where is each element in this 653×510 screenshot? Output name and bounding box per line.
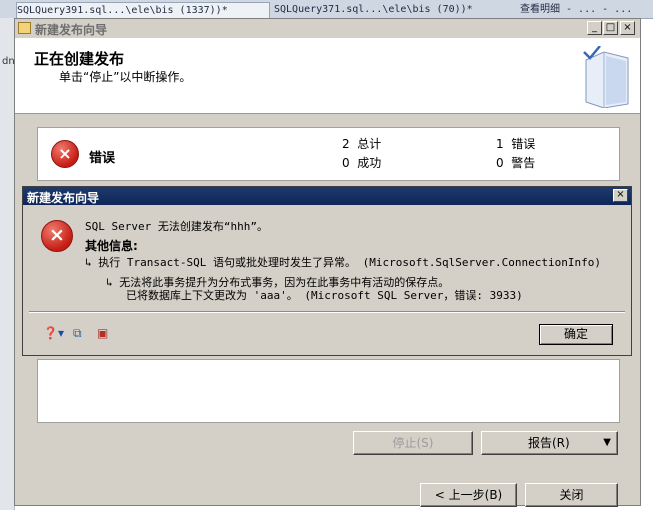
stop-button[interactable]: 停止(S)	[353, 431, 473, 455]
detail-line-3: 已将数据库上下文更改为 'aaa'。 (Microsoft SQL Server…	[126, 289, 523, 302]
report-button[interactable]: 报告(R) ▼	[481, 431, 618, 455]
stat-label: 错误	[511, 137, 536, 151]
error-icon: ×	[41, 220, 73, 252]
close-button[interactable]: 关闭	[525, 483, 618, 507]
editor-tab-label: SQLQuery391.sql...\ele\bis (1337))*	[17, 5, 228, 16]
status-panel: × 错误 2 总计 1 错误 0 成功 0 警告	[37, 127, 620, 181]
wizard-book-icon	[583, 46, 629, 108]
wizard-titlebar[interactable]: 新建发布向导 _ □ ×	[15, 19, 640, 38]
left-pane-marker: dn	[2, 56, 15, 67]
wizard-app-icon	[18, 22, 31, 34]
stat-label: 警告	[511, 156, 536, 170]
error-dialog-titlebar[interactable]: 新建发布向导 ×	[23, 187, 631, 205]
copy-icon[interactable]: ⧉	[73, 326, 82, 341]
stat-total: 2 总计	[342, 135, 381, 152]
editor-tab-label: 查看明细 - ... - ...	[520, 4, 633, 15]
stat-value: 2	[342, 137, 350, 151]
stat-value: 1	[496, 137, 504, 151]
details-icon[interactable]: ▣	[97, 326, 108, 340]
detail-line-1: ↳ 执行 Transact-SQL 语句或批处理时发生了异常。 (Microso…	[85, 254, 601, 270]
editor-tab-query371[interactable]: SQLQuery371.sql...\ele\bis (70))*	[274, 2, 494, 17]
report-button-label: 报告(R)	[528, 436, 570, 450]
close-window-button[interactable]: ×	[620, 21, 635, 35]
stat-label: 总计	[357, 137, 382, 151]
editor-tab-label: SQLQuery371.sql...\ele\bis (70))*	[274, 4, 473, 15]
minimize-button[interactable]: _	[587, 21, 602, 35]
details-list-area[interactable]	[37, 359, 620, 423]
editor-tab-query391[interactable]: SQLQuery391.sql...\ele\bis (1337))*	[16, 2, 270, 18]
background-left-pane: dn	[0, 18, 15, 510]
stat-warnings: 0 警告	[496, 154, 535, 171]
stat-errors: 1 错误	[496, 135, 535, 152]
stat-value: 0	[496, 156, 504, 170]
stat-success: 0 成功	[342, 154, 381, 171]
page-subtitle: 单击“停止”以中断操作。	[59, 70, 192, 84]
additional-info-label: 其他信息:	[85, 239, 138, 253]
error-dialog-title: 新建发布向导	[27, 191, 100, 205]
back-button[interactable]: < 上一步(B)	[420, 483, 517, 507]
stat-label: 成功	[357, 156, 382, 170]
error-icon: ×	[51, 140, 79, 168]
maximize-button[interactable]: □	[603, 21, 618, 35]
status-label: 错误	[89, 151, 116, 166]
dropdown-arrow-icon[interactable]: ▼	[603, 432, 611, 454]
wizard-header: 正在创建发布 单击“停止”以中断操作。	[15, 38, 640, 114]
error-dialog: 新建发布向导 × × SQL Server 无法创建发布“hhh”。 其他信息:…	[22, 186, 632, 356]
wizard-window-title: 新建发布向导	[35, 23, 108, 37]
error-message: SQL Server 无法创建发布“hhh”。	[85, 220, 268, 233]
stat-value: 0	[342, 156, 350, 170]
ok-button[interactable]: 确定	[539, 324, 613, 345]
error-dialog-close-button[interactable]: ×	[613, 189, 628, 202]
page-title: 正在创建发布	[34, 50, 125, 68]
detail-line-1-text: 执行 Transact-SQL 语句或批处理时发生了异常。 (Microsoft…	[98, 256, 601, 269]
dialog-separator	[29, 311, 625, 313]
help-icon[interactable]: ❓▾	[43, 326, 64, 340]
editor-tab-details[interactable]: 查看明细 - ... - ...	[520, 2, 650, 17]
tree-branch-icon: ↳	[85, 256, 99, 269]
tree-branch-icon: ↳	[106, 276, 120, 289]
